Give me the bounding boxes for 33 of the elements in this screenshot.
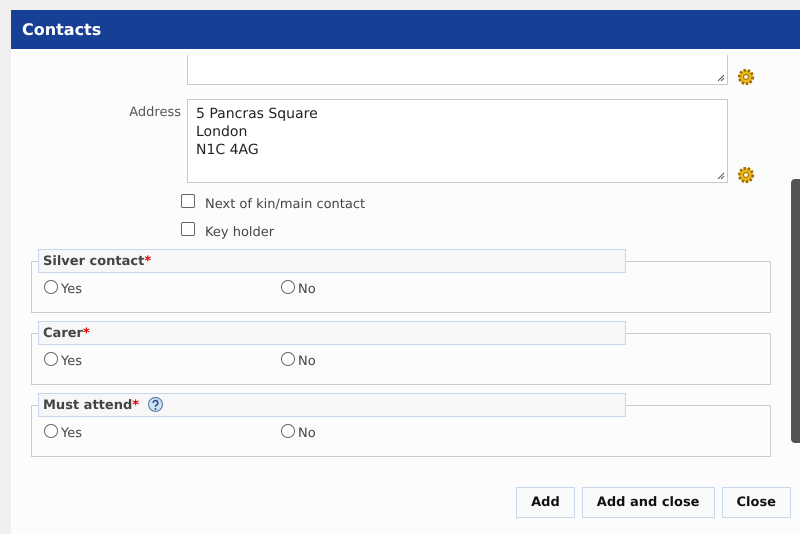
checkbox-label: Next of kin/main contact [205,196,366,212]
required-mark: * [132,398,140,412]
radio-button[interactable] [44,352,58,366]
radio-button[interactable] [44,424,58,438]
resize-grip-icon [717,74,725,82]
radio-label: Yes [61,354,82,369]
radio-button[interactable] [281,352,295,366]
resize-grip-icon [717,172,725,180]
group-title: Carer [43,326,83,340]
dialog-button[interactable]: Add [516,487,575,518]
group-title: Must attend [43,398,132,412]
checkbox[interactable] [181,222,195,236]
address-field[interactable]: 5 Pancras Square London N1C 4AG [187,99,728,183]
required-mark: * [82,326,90,340]
address-label: Address [129,105,181,120]
radio-label: Yes [61,426,82,441]
dialog-button[interactable]: Close [722,487,791,518]
group-title: Silver contact [43,254,144,268]
window-title: Contacts [22,20,102,39]
radio-label: No [298,282,316,297]
radio-label: No [298,354,316,369]
radio-label: No [298,426,316,441]
radio-button[interactable] [281,424,295,438]
required-mark: * [144,254,152,268]
radio-label: Yes [61,282,82,297]
dialog-button[interactable]: Add and close [582,487,715,518]
checkbox[interactable] [181,194,195,208]
checkbox-label: Key holder [205,224,274,240]
radio-button[interactable] [281,280,295,294]
radio-button[interactable] [44,280,58,294]
help-icon[interactable] [147,396,164,414]
gear-icon[interactable] [737,68,755,86]
gear-icon[interactable] [737,166,755,184]
